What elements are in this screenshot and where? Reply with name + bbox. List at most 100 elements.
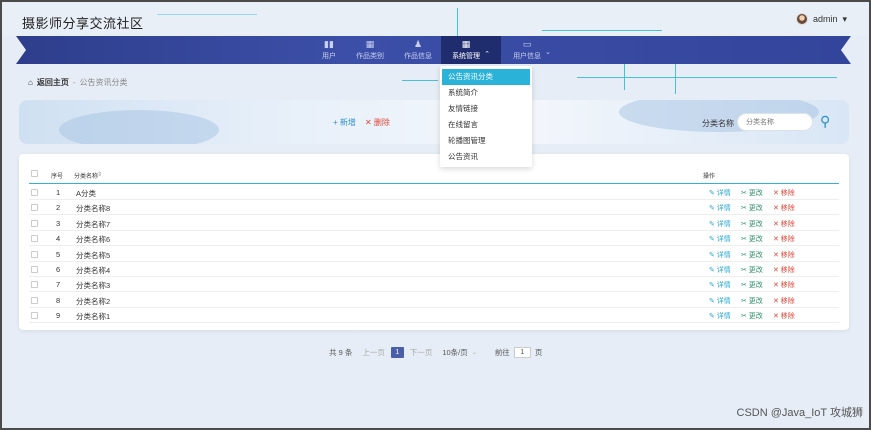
detail-button[interactable]: ✎ 详情 xyxy=(709,234,731,244)
edit-button[interactable]: ✂ 更改 xyxy=(741,280,763,290)
row-index: 2 xyxy=(56,203,61,213)
nav-item-work-categories[interactable]: ▦ 作品类别 xyxy=(350,36,390,64)
row-name: 分类名称8 xyxy=(76,204,111,214)
detail-button[interactable]: ✎ 详情 xyxy=(709,203,731,213)
table-row: 7 分类名称3 ✎ 详情 ✂ 更改 ✕ 移除 xyxy=(29,277,839,293)
chevron-down-icon: ⌄ xyxy=(471,350,477,356)
sort-icon[interactable]: ⇕ xyxy=(97,171,102,178)
remove-button[interactable]: ✕ 移除 xyxy=(773,296,795,306)
breadcrumb-home[interactable]: 返回主页 xyxy=(37,77,69,88)
remove-button[interactable]: ✕ 移除 xyxy=(773,234,795,244)
table-row: 5 分类名称5 ✎ 详情 ✂ 更改 ✕ 移除 xyxy=(29,247,839,262)
row-checkbox[interactable] xyxy=(31,281,38,289)
username: admin xyxy=(812,14,838,24)
remove-button[interactable]: ✕ 移除 xyxy=(773,250,795,260)
detail-button[interactable]: ✎ 详情 xyxy=(709,280,731,290)
next-page-button[interactable]: 下一页 xyxy=(410,347,433,358)
row-checkbox[interactable] xyxy=(31,235,38,243)
edit-button[interactable]: ✂ 更改 xyxy=(741,265,763,275)
decor-line xyxy=(402,80,438,81)
grid-icon: ▦ xyxy=(461,39,471,49)
row-name: 分类名称5 xyxy=(76,250,111,260)
nav-item-users[interactable]: ▮▮ 用户 xyxy=(316,36,342,64)
row-name: 分类名称6 xyxy=(76,235,111,245)
page-button-current[interactable]: 1 xyxy=(390,347,404,358)
table-row: 9 分类名称1 ✎ 详情 ✂ 更改 ✕ 移除 xyxy=(29,308,839,324)
page-size-select[interactable]: 10条/页 xyxy=(442,347,467,358)
detail-button[interactable]: ✎ 详情 xyxy=(709,219,731,229)
row-checkbox[interactable] xyxy=(31,312,38,320)
edit-button[interactable]: ✂ 更改 xyxy=(741,188,763,198)
table-row: 4 分类名称6 ✎ 详情 ✂ 更改 ✕ 移除 xyxy=(29,231,839,247)
table-header: 序号 分类名称 ⇕ 操作 xyxy=(29,166,839,184)
remove-button[interactable]: ✕ 移除 xyxy=(773,188,795,198)
row-index: 1 xyxy=(56,188,61,197)
table-row: 2 分类名称8 ✎ 详情 ✂ 更改 ✕ 移除 xyxy=(29,200,839,216)
user-icon: ♟ xyxy=(413,39,423,49)
row-index: 3 xyxy=(56,218,61,228)
detail-button[interactable]: ✎ 详情 xyxy=(709,188,731,198)
nav-item-system[interactable]: ▦ 系统管理 ⌃ xyxy=(441,36,501,64)
remove-button[interactable]: ✕ 移除 xyxy=(773,265,795,275)
card-icon: ▭ xyxy=(522,39,532,49)
row-checkbox[interactable] xyxy=(31,250,38,258)
nav-label: 作品信息 xyxy=(404,53,432,60)
remove-button[interactable]: ✕ 移除 xyxy=(773,280,795,290)
dropdown-item[interactable]: 公告资讯分类 xyxy=(442,69,530,85)
watermark: CSDN @Java_IoT 攻城狮 xyxy=(736,407,864,419)
edit-button[interactable]: ✂ 更改 xyxy=(741,311,763,321)
decor-line xyxy=(675,64,676,94)
row-checkbox[interactable] xyxy=(31,266,38,273)
col-actions: 操作 xyxy=(703,174,716,180)
remove-button[interactable]: ✕ 移除 xyxy=(773,311,795,321)
goto-input[interactable]: 1 xyxy=(513,347,531,358)
nav-item-user-info[interactable]: ▭ 用户信息 ⌄ xyxy=(506,36,558,64)
edit-button[interactable]: ✂ 更改 xyxy=(741,296,763,306)
home-icon: ⌂ xyxy=(28,78,33,87)
dropdown-item[interactable]: 系统简介 xyxy=(442,85,530,101)
detail-button[interactable]: ✎ 详情 xyxy=(709,311,731,321)
row-checkbox[interactable] xyxy=(31,204,38,212)
row-name: 分类名称1 xyxy=(76,312,111,322)
dropdown-item[interactable]: 友情链接 xyxy=(442,101,530,117)
dropdown-item[interactable]: 轮播图管理 xyxy=(442,133,530,149)
remove-button[interactable]: ✕ 移除 xyxy=(773,203,795,213)
chevron-up-icon: ⌃ xyxy=(484,51,490,58)
row-index: 8 xyxy=(56,295,61,305)
search-icon[interactable]: ⚲ xyxy=(820,112,838,130)
table-card: 序号 分类名称 ⇕ 操作 1 A分类 ✎ 详情 ✂ 更改 ✕ 移除 2 分类名称8 ✎ 详情 ✂… xyxy=(19,154,849,330)
edit-button[interactable]: ✂ 更改 xyxy=(741,234,763,244)
top-header: 摄影师分享交流社区 admin ▾ xyxy=(2,2,869,36)
edit-button[interactable]: ✂ 更改 xyxy=(741,219,763,229)
col-name[interactable]: 分类名称 xyxy=(74,171,98,180)
edit-button[interactable]: ✂ 更改 xyxy=(741,250,763,260)
detail-button[interactable]: ✎ 详情 xyxy=(709,265,731,275)
nav-item-works[interactable]: ♟ 作品信息 xyxy=(398,36,438,64)
breadcrumb: ⌂ 返回主页 - 公告资讯分类 xyxy=(28,77,128,88)
add-button[interactable]: + 新增 xyxy=(333,117,356,128)
row-index: 5 xyxy=(56,249,61,259)
remove-button[interactable]: ✕ 移除 xyxy=(773,219,795,229)
decor-line xyxy=(624,64,625,90)
row-checkbox[interactable] xyxy=(31,219,38,227)
prev-page-button[interactable]: 上一页 xyxy=(362,347,385,358)
row-index: 9 xyxy=(56,311,61,321)
row-checkbox[interactable] xyxy=(31,189,38,196)
breadcrumb-separator: - xyxy=(72,78,76,87)
dropdown-item[interactable]: 在线留言 xyxy=(442,117,530,133)
search-input[interactable] xyxy=(737,113,813,131)
select-all-checkbox[interactable] xyxy=(31,170,38,177)
delete-button[interactable]: ✕ 删除 xyxy=(365,117,390,128)
user-menu[interactable]: admin ▾ xyxy=(795,13,847,25)
dropdown-item[interactable]: 公告资讯 xyxy=(442,149,530,165)
edit-button[interactable]: ✂ 更改 xyxy=(741,203,763,213)
goto-label: 前往 xyxy=(494,348,510,357)
decor-line xyxy=(457,8,458,36)
search-label: 分类名称 xyxy=(702,119,734,128)
detail-button[interactable]: ✎ 详情 xyxy=(709,296,731,306)
nav-label: 用户信息 xyxy=(513,53,542,60)
detail-button[interactable]: ✎ 详情 xyxy=(709,250,731,260)
row-checkbox[interactable] xyxy=(31,296,38,304)
chevron-down-icon: ⌄ xyxy=(545,49,551,56)
site-title: 摄影师分享交流社区 xyxy=(22,16,144,31)
